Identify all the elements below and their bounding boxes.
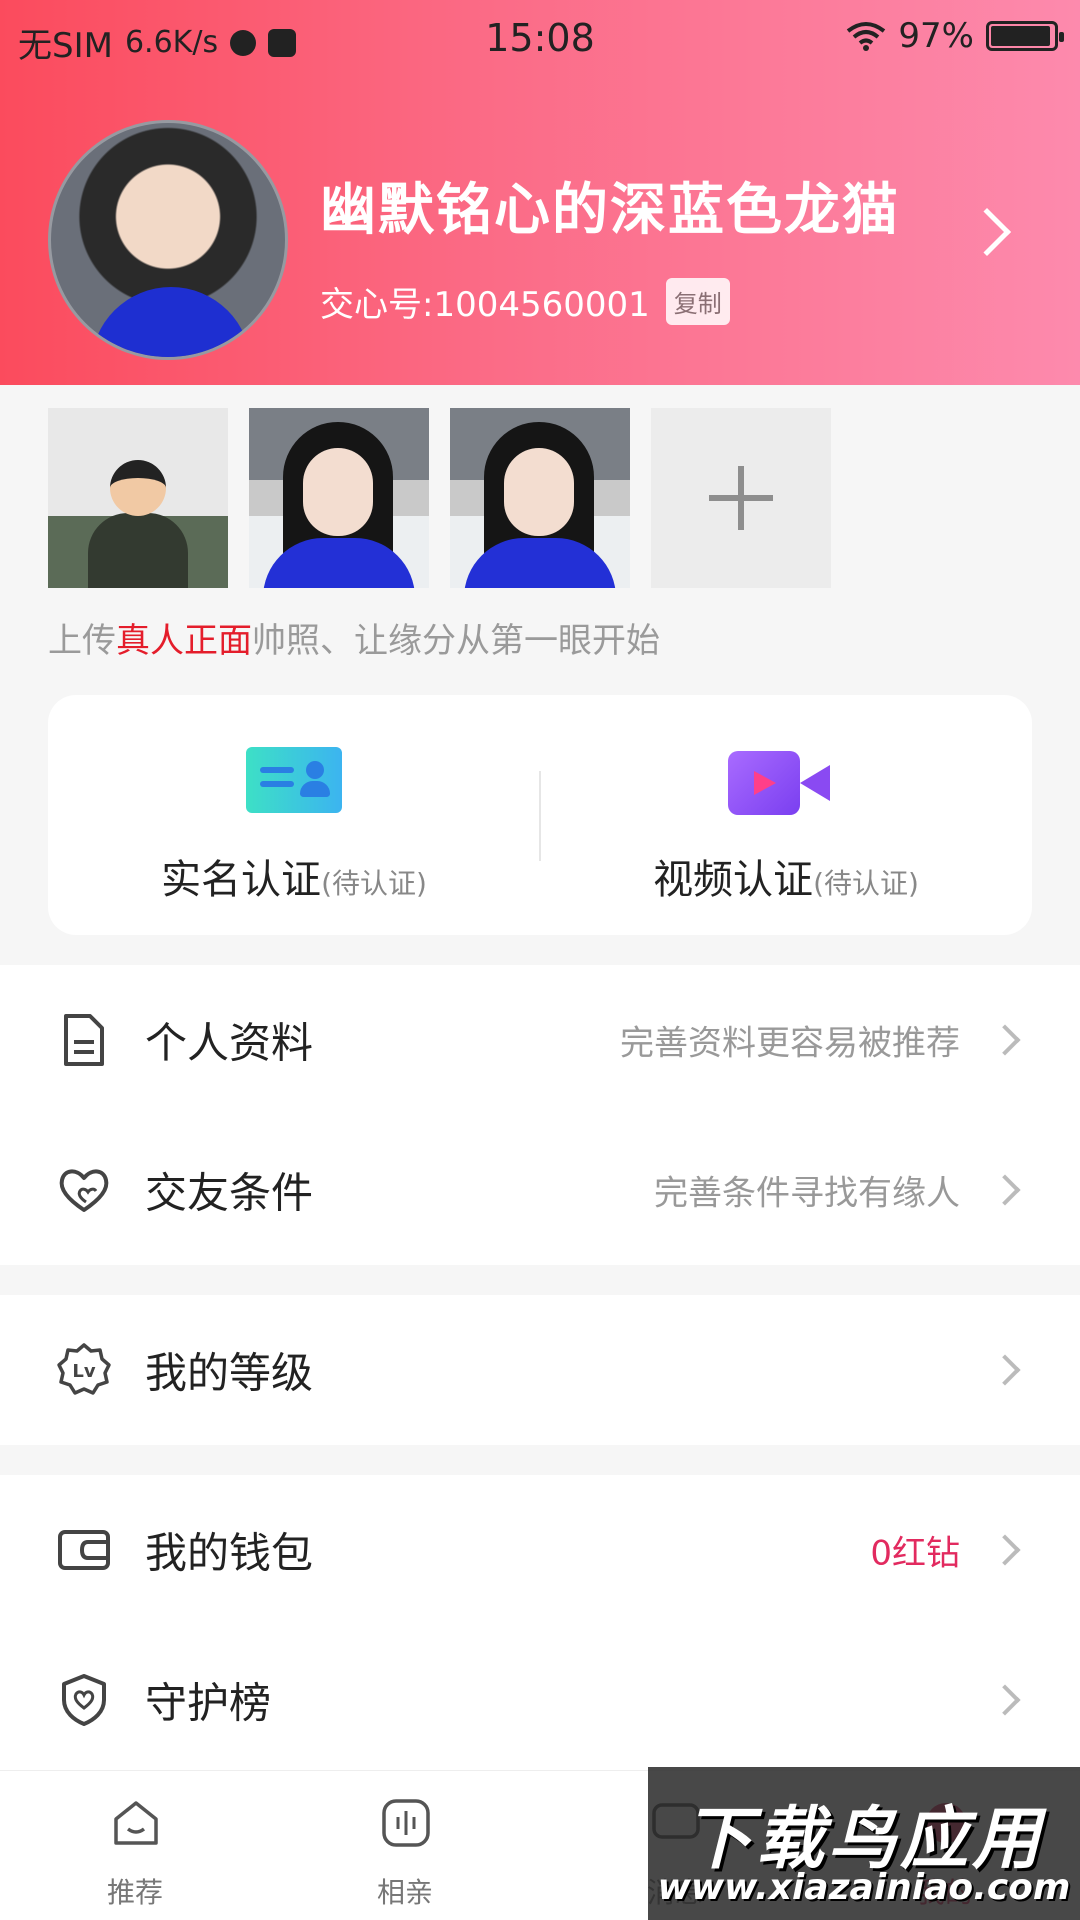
video-status: (待认证) bbox=[813, 867, 919, 900]
menu-item-profile[interactable]: 个人资料 完善资料更容易被推荐 bbox=[0, 965, 1080, 1115]
profile-id-row: 交心号:1004560001 复制 bbox=[320, 277, 730, 326]
chevron-right-icon[interactable] bbox=[962, 207, 1012, 257]
tab-label-blind-date: 相亲 bbox=[376, 1876, 433, 1909]
realname-verify-button[interactable]: 实名认证(待认证) bbox=[48, 695, 540, 935]
video-camera-icon bbox=[728, 751, 832, 815]
profile-header: 无SIM 6.6K/s 15:08 97% 幽默铭心的深蓝色龙猫 交心号:100… bbox=[0, 0, 1080, 385]
chevron-right-icon bbox=[989, 1024, 1021, 1056]
shield-icon bbox=[62, 1674, 106, 1726]
wifi-icon bbox=[847, 22, 886, 51]
copy-button[interactable]: 复制 bbox=[665, 278, 730, 325]
wallet-icon bbox=[58, 1530, 110, 1570]
menu-label-wallet: 我的钱包 bbox=[145, 1528, 314, 1578]
menu-item-conditions[interactable]: 交友条件 完善条件寻找有缘人 bbox=[0, 1115, 1080, 1265]
photo-thumbnail[interactable] bbox=[48, 408, 228, 588]
upload-hint-emphasis: 真人正面 bbox=[116, 621, 252, 661]
id-card-icon bbox=[246, 747, 342, 813]
document-icon bbox=[64, 1014, 104, 1066]
avatar[interactable] bbox=[48, 120, 288, 360]
battery-percent: 97% bbox=[898, 16, 974, 56]
status-right: 97% bbox=[846, 16, 1064, 56]
menu-label-profile: 个人资料 bbox=[145, 1018, 314, 1068]
upload-hint-post: 帅照、让缘分从第一眼开始 bbox=[252, 621, 660, 661]
verify-card: 实名认证(待认证) 视频认证(待认证) bbox=[48, 695, 1032, 935]
tab-blind-date[interactable]: 相亲 bbox=[270, 1771, 540, 1920]
menu-item-wallet[interactable]: 我的钱包 0红钻 bbox=[0, 1475, 1080, 1625]
upload-hint-pre: 上传 bbox=[48, 621, 116, 661]
watermark-url: www.xiazainiao.com bbox=[657, 1867, 1071, 1908]
photos-section: 上传真人正面帅照、让缘分从第一眼开始 实名认证(待认证) 视频认证(待认证) bbox=[0, 385, 1080, 965]
upload-hint: 上传真人正面帅照、让缘分从第一眼开始 bbox=[48, 613, 660, 662]
video-label: 视频认证 bbox=[653, 857, 814, 903]
tab-label-recommend: 推荐 bbox=[106, 1876, 163, 1909]
menu-group-profile: 个人资料 完善资料更容易被推荐 交友条件 完善条件寻找有缘人 bbox=[0, 965, 1080, 1265]
photo-thumbnail[interactable] bbox=[450, 408, 630, 588]
chevron-right-icon bbox=[989, 1174, 1021, 1206]
realname-label: 实名认证 bbox=[161, 857, 322, 903]
menu-group-level: Lv 我的等级 bbox=[0, 1295, 1080, 1445]
battery-icon bbox=[986, 21, 1064, 51]
chevron-right-icon bbox=[989, 1534, 1021, 1566]
photo-thumbnail[interactable] bbox=[249, 408, 429, 588]
voice-icon bbox=[382, 1799, 430, 1847]
menu-hint-wallet: 0红钻 bbox=[870, 1533, 960, 1574]
home-icon bbox=[114, 1801, 158, 1845]
heart-icon bbox=[59, 1169, 109, 1212]
svg-text:Lv: Lv bbox=[72, 1361, 95, 1382]
video-verify-button[interactable]: 视频认证(待认证) bbox=[540, 695, 1032, 935]
menu-item-level[interactable]: Lv 我的等级 bbox=[0, 1295, 1080, 1445]
menu-hint-profile: 完善资料更容易被推荐 bbox=[620, 1023, 960, 1064]
video-verify-text: 视频认证(待认证) bbox=[540, 847, 1032, 905]
chevron-right-icon bbox=[989, 1684, 1021, 1716]
menu-label-level: 我的等级 bbox=[145, 1348, 314, 1398]
tab-recommend[interactable]: 推荐 bbox=[0, 1771, 270, 1920]
menu-label-conditions: 交友条件 bbox=[145, 1168, 314, 1218]
status-bar: 无SIM 6.6K/s 15:08 97% bbox=[0, 0, 1080, 78]
realname-verify-text: 实名认证(待认证) bbox=[48, 847, 540, 905]
watermark: 下载鸟应用 www.xiazainiao.com bbox=[648, 1767, 1080, 1920]
chevron-right-icon bbox=[989, 1354, 1021, 1386]
profile-name: 幽默铭心的深蓝色龙猫 bbox=[320, 178, 900, 243]
realname-status: (待认证) bbox=[321, 867, 427, 900]
menu-item-guard[interactable]: 守护榜 bbox=[0, 1625, 1080, 1775]
menu-hint-conditions: 完善条件寻找有缘人 bbox=[654, 1173, 960, 1214]
profile-id: 交心号:1004560001 bbox=[320, 285, 650, 325]
menu-group-wallet: 我的钱包 0红钻 守护榜 bbox=[0, 1475, 1080, 1770]
level-badge-icon: Lv bbox=[57, 1343, 111, 1395]
menu-label-guard: 守护榜 bbox=[145, 1678, 272, 1728]
add-photo-button[interactable] bbox=[651, 408, 831, 588]
